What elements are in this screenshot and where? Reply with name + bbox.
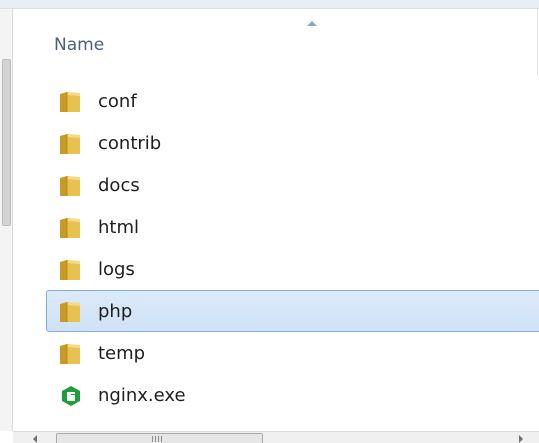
file-row[interactable]: logs — [13, 248, 539, 290]
file-name-label: html — [98, 217, 140, 238]
file-row[interactable]: php — [46, 290, 539, 332]
file-row[interactable]: temp — [13, 332, 539, 374]
file-name-label: docs — [98, 175, 140, 196]
folder-icon — [58, 216, 84, 240]
file-explorer-pane: Name conf contrib docs html logs php temp nginx… — [0, 0, 539, 443]
folder-icon — [58, 300, 84, 324]
file-name-label: conf — [98, 91, 137, 112]
horizontal-scrollbar-thumb[interactable] — [56, 433, 263, 443]
file-row[interactable]: contrib — [13, 122, 539, 164]
column-header-label: Name — [54, 35, 105, 55]
scroll-right-icon[interactable] — [519, 435, 523, 443]
scroll-left-icon[interactable] — [33, 435, 37, 443]
folder-icon — [58, 90, 84, 114]
file-name-label: php — [98, 301, 133, 322]
horizontal-scrollbar[interactable] — [13, 431, 539, 443]
file-list: conf contrib docs html logs php temp nginx.exe — [13, 80, 539, 416]
file-name-label: logs — [98, 259, 135, 280]
scrollbar-grip-icon — [152, 436, 164, 442]
file-name-label: contrib — [98, 133, 162, 154]
nginx-app-icon — [58, 384, 84, 408]
folder-icon — [58, 132, 84, 156]
top-border — [0, 0, 539, 9]
folder-icon — [58, 342, 84, 366]
file-row[interactable]: html — [13, 206, 539, 248]
file-name-label: temp — [98, 343, 146, 364]
navigation-pane-edge — [0, 9, 13, 431]
vertical-scrollbar-thumb[interactable] — [2, 59, 11, 226]
folder-icon — [58, 258, 84, 282]
column-header-name[interactable]: Name — [13, 9, 539, 75]
file-name-label: nginx.exe — [98, 385, 186, 406]
sort-ascending-icon — [307, 21, 317, 26]
file-row[interactable]: conf — [13, 80, 539, 122]
file-row[interactable]: nginx.exe — [13, 374, 539, 416]
column-divider[interactable] — [537, 9, 538, 75]
folder-icon — [58, 174, 84, 198]
file-row[interactable]: docs — [13, 164, 539, 206]
